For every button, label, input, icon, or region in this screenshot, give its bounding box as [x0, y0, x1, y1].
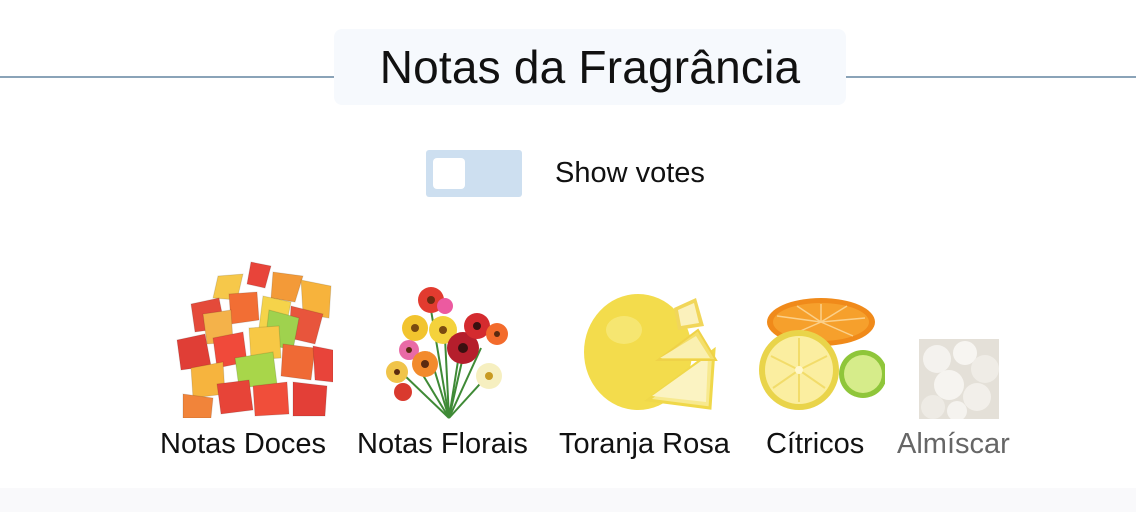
show-votes-toggle[interactable]	[426, 150, 522, 197]
note-label-toranja-rosa[interactable]: Toranja Rosa	[559, 428, 730, 461]
note-label-citricos[interactable]: Cítricos	[766, 428, 864, 461]
note-label-almiscar[interactable]: Almíscar	[897, 428, 1010, 461]
note-citricos[interactable]	[757, 296, 885, 412]
section-title-box: Notas da Fragrância	[334, 29, 846, 105]
candy-icon	[176, 261, 333, 418]
musk-icon	[919, 339, 999, 419]
toggle-knob	[433, 158, 465, 189]
note-notas-doces[interactable]	[173, 258, 333, 418]
note-almiscar[interactable]	[919, 339, 999, 419]
grapefruit-icon	[584, 294, 718, 410]
show-votes-label[interactable]: Show votes	[555, 157, 705, 190]
note-toranja-rosa[interactable]	[578, 290, 718, 412]
fragrance-notes-section: Notas da Fragrância Show votes Notas Doc…	[0, 0, 1136, 512]
section-title: Notas da Fragrância	[379, 41, 801, 93]
bottom-band	[0, 488, 1136, 512]
divider-right	[846, 76, 1136, 78]
citrus-icon	[759, 298, 885, 410]
divider-left	[0, 76, 334, 78]
note-label-notas-doces[interactable]: Notas Doces	[160, 428, 326, 461]
note-label-notas-florais[interactable]: Notas Florais	[357, 428, 528, 461]
note-notas-florais[interactable]	[385, 282, 515, 420]
flowers-icon	[386, 287, 508, 419]
